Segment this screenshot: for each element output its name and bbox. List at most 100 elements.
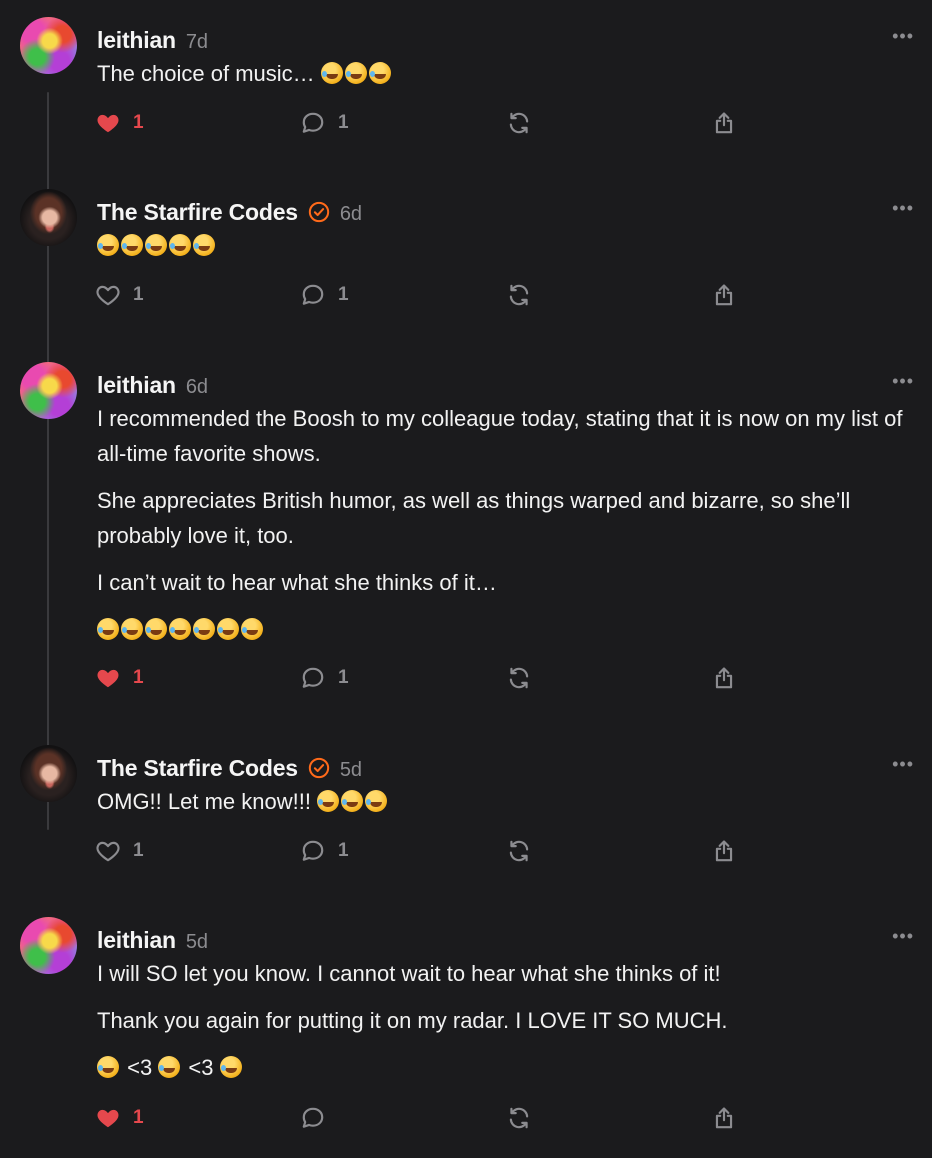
reply-button[interactable]: 1 (300, 280, 349, 310)
rofl-emoji (121, 618, 143, 640)
more-dots-icon[interactable]: ••• (892, 27, 914, 45)
heart-icon (96, 285, 120, 306)
restack-button[interactable] (506, 663, 532, 693)
rofl-emoji (317, 790, 340, 812)
reply-count: 1 (338, 112, 349, 133)
timestamp[interactable]: 5d (186, 931, 208, 953)
comment-actions: 11 (95, 836, 795, 866)
comment-bubble-icon (302, 1107, 324, 1128)
restack-icon (509, 112, 529, 134)
heart-icon (97, 669, 119, 688)
share-button[interactable] (711, 280, 737, 310)
heart-icon (97, 1109, 119, 1128)
rofl-emoji (341, 790, 364, 812)
more-dots-icon[interactable]: ••• (892, 199, 914, 217)
comment-body (97, 228, 912, 275)
reply-button[interactable]: 1 (300, 108, 349, 138)
comment-paragraph: OMG!! Let me know!!! (97, 784, 912, 819)
restack-icon (509, 1107, 529, 1129)
rofl-emoji (145, 234, 167, 256)
comment-header: leithian 6d (97, 372, 208, 399)
author-name[interactable]: leithian (97, 27, 176, 53)
rofl-emoji (193, 618, 215, 640)
more-dots-icon[interactable]: ••• (892, 927, 914, 945)
author-name[interactable]: leithian (97, 372, 176, 398)
reply-button[interactable]: 1 (300, 663, 349, 693)
comment-header: The Starfire Codes 6d (97, 199, 362, 226)
comment-paragraph: I recommended the Boosh to my colleague … (97, 406, 903, 466)
timestamp[interactable]: 7d (186, 31, 208, 53)
share-icon (715, 1107, 733, 1129)
avatar[interactable] (20, 189, 77, 246)
rofl-emoji (344, 62, 367, 84)
comment-body: I will SO let you know. I cannot wait to… (97, 956, 912, 1097)
comment-paragraph: I can’t wait to hear what she thinks of … (97, 570, 497, 595)
restack-button[interactable] (506, 836, 532, 866)
avatar[interactable] (20, 745, 77, 802)
like-count: 1 (133, 284, 144, 305)
verified-badge-icon (308, 201, 330, 223)
reply-button[interactable] (300, 1103, 326, 1133)
restack-icon (509, 284, 529, 306)
share-icon (715, 667, 733, 689)
comment-bubble-icon (302, 284, 324, 305)
reply-count: 1 (338, 284, 349, 305)
timestamp[interactable]: 5d (340, 759, 362, 781)
avatar[interactable] (20, 362, 77, 419)
restack-button[interactable] (506, 108, 532, 138)
author-name[interactable]: The Starfire Codes (97, 755, 298, 781)
restack-button[interactable] (506, 280, 532, 310)
share-button[interactable] (711, 663, 737, 693)
rofl-emoji (145, 618, 167, 640)
reply-button[interactable]: 1 (300, 836, 349, 866)
comment-body: The choice of music… (97, 56, 912, 103)
more-dots-icon[interactable]: ••• (892, 755, 914, 773)
comment-paragraph: The choice of music… (97, 56, 912, 91)
avatar[interactable] (20, 917, 77, 974)
share-button[interactable] (711, 108, 737, 138)
like-count: 1 (133, 112, 144, 133)
rofl-emoji (365, 790, 388, 812)
reply-count: 1 (338, 840, 349, 861)
rofl-emoji (97, 618, 119, 640)
comment-paragraph (97, 612, 912, 647)
restack-icon (509, 667, 529, 689)
comment-paragraph (97, 228, 912, 263)
author-name[interactable]: The Starfire Codes (97, 199, 298, 225)
timestamp[interactable]: 6d (186, 376, 208, 398)
restack-button[interactable] (506, 1103, 532, 1133)
like-button[interactable]: 1 (95, 1103, 144, 1133)
more-dots-icon[interactable]: ••• (892, 372, 914, 390)
like-count: 1 (133, 1107, 144, 1128)
heart-icon (96, 841, 120, 862)
share-icon (715, 840, 733, 862)
author-name[interactable]: leithian (97, 927, 176, 953)
rofl-emoji (217, 618, 239, 640)
share-button[interactable] (711, 1103, 737, 1133)
like-button[interactable]: 1 (95, 280, 144, 310)
timestamp[interactable]: 6d (340, 203, 362, 225)
like-button[interactable]: 1 (95, 108, 144, 138)
comment-actions: 11 (95, 280, 795, 310)
comment-paragraph: <3 <3 (97, 1050, 912, 1085)
avatar[interactable] (20, 17, 77, 74)
rofl-emoji (97, 234, 119, 256)
comment-header: The Starfire Codes 5d (97, 755, 362, 782)
heart-icon (97, 114, 119, 133)
comment-header: leithian 5d (97, 927, 208, 954)
rofl-emoji (320, 62, 343, 84)
rofl-emoji (158, 1056, 181, 1078)
share-button[interactable] (711, 836, 737, 866)
comment-paragraph: I will SO let you know. I cannot wait to… (97, 961, 721, 986)
like-button[interactable]: 1 (95, 663, 144, 693)
like-button[interactable]: 1 (95, 836, 144, 866)
comment-paragraph: Thank you again for putting it on my rad… (97, 1008, 728, 1033)
comment-actions: 1 (95, 1103, 795, 1133)
restack-icon (509, 840, 529, 862)
rofl-emoji (368, 62, 391, 84)
share-icon (715, 112, 733, 134)
rofl-emoji (241, 618, 263, 640)
rofl-emoji (121, 234, 143, 256)
comment-bubble-icon (302, 667, 324, 688)
rofl-emoji (97, 1056, 119, 1078)
